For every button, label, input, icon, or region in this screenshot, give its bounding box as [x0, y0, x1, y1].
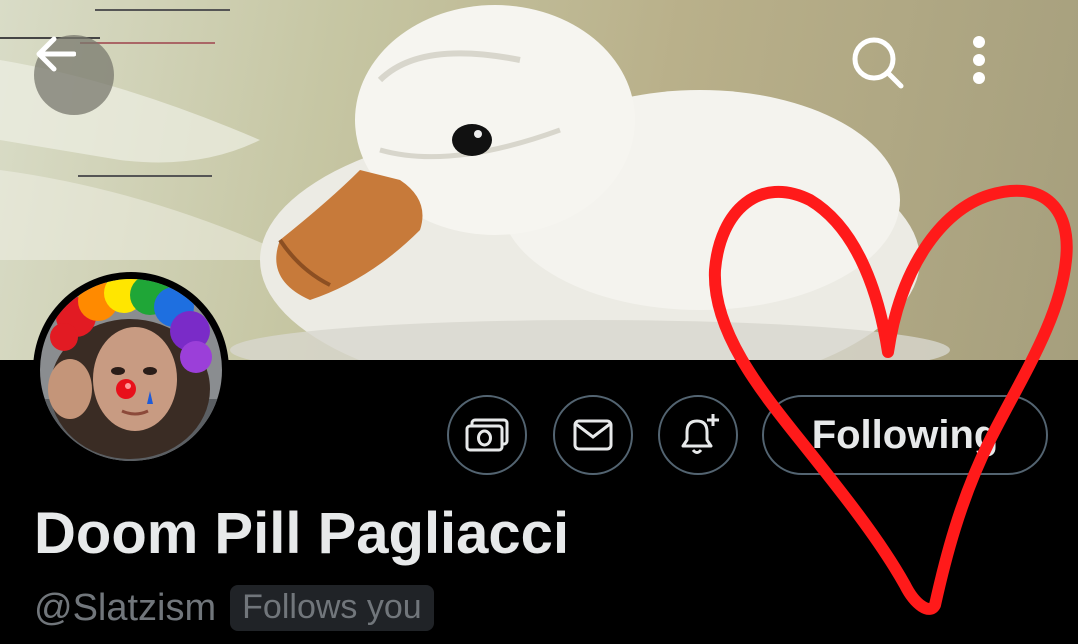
back-button[interactable] [34, 35, 114, 115]
search-button[interactable] [850, 35, 930, 115]
envelope-icon [573, 419, 613, 451]
search-icon [852, 37, 904, 89]
handle-row: @Slatzism Follows you [34, 585, 434, 631]
arrow-left-icon [36, 36, 76, 72]
more-options-button[interactable] [972, 35, 1052, 115]
user-handle: @Slatzism [34, 586, 217, 629]
tip-button[interactable] [447, 395, 527, 475]
follows-you-badge: Follows you [230, 585, 434, 631]
following-label: Following [811, 412, 999, 457]
display-name: Doom Pill Pagliacci [34, 501, 570, 566]
avatar-image [40, 279, 222, 461]
more-vertical-icon [973, 36, 985, 84]
message-button[interactable] [553, 395, 633, 475]
money-icon [465, 418, 509, 452]
following-button[interactable]: Following [762, 395, 1048, 475]
notifications-button[interactable] [658, 395, 738, 475]
bell-plus-icon [681, 414, 719, 454]
avatar[interactable] [33, 272, 229, 468]
